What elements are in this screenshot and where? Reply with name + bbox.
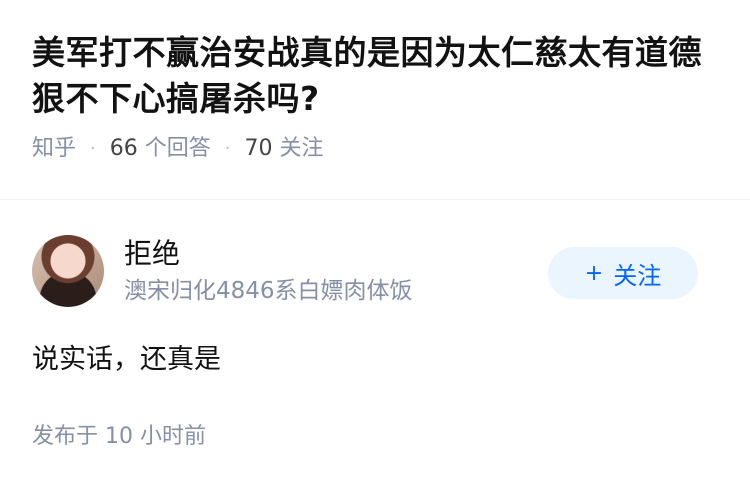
page: 美军打不赢治安战真的是因为太仁慈太有道德狠不下心搞屠杀吗? 知乎 · 66 个回… (0, 0, 750, 490)
separator-dot: · (90, 138, 96, 159)
answer-time: 发布于 10 小时前 (32, 421, 206, 453)
author-name[interactable]: 拒绝 (124, 235, 180, 273)
answers-count: 66 (109, 136, 138, 161)
followers-count: 70 (244, 136, 273, 161)
question-meta: 知乎 · 66 个回答 · 70 关注 (32, 134, 722, 164)
separator-dot: · (224, 138, 231, 159)
answer-author: 拒绝 澳宋归化4846系白嫖肉体饭 + 关注 (32, 235, 718, 311)
published-time: 10 小时前 (105, 424, 207, 449)
followers-count-link[interactable]: 70 关注 (245, 134, 324, 164)
published-label: 发布于 (32, 424, 99, 449)
source-label[interactable]: 知乎 (32, 134, 76, 164)
answers-label: 个回答 (144, 136, 211, 161)
section-divider (0, 199, 750, 200)
author-bio: 澳宋归化4846系白嫖肉体饭 (124, 278, 413, 304)
follow-label: 关注 (613, 261, 662, 290)
question-title[interactable]: 美军打不赢治安战真的是因为太仁慈太有道德狠不下心搞屠杀吗? (32, 30, 722, 122)
question-header: 美军打不赢治安战真的是因为太仁慈太有道德狠不下心搞屠杀吗? 知乎 · 66 个回… (32, 30, 722, 164)
answer-content: 说实话，还真是 (32, 344, 221, 375)
followers-label: 关注 (279, 136, 324, 161)
follow-button[interactable]: + 关注 (548, 247, 698, 299)
plus-icon: + (584, 260, 604, 286)
avatar[interactable] (32, 235, 104, 307)
answers-count-link[interactable]: 66 个回答 (110, 134, 211, 164)
